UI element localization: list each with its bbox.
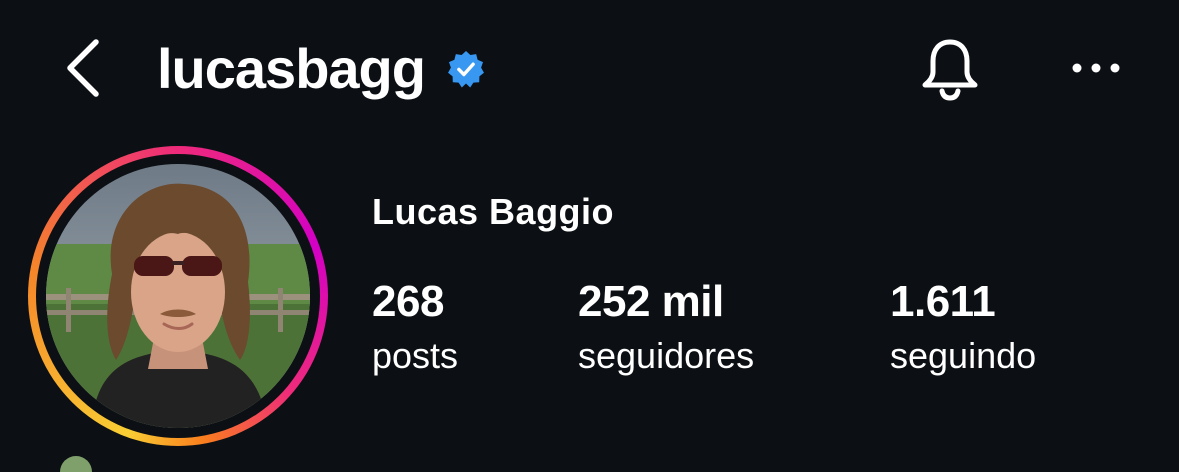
username-header: lucasbagg <box>157 34 485 104</box>
chevron-left-icon <box>67 39 99 97</box>
verified-badge-icon <box>447 50 485 88</box>
more-horizontal-icon <box>1072 63 1120 73</box>
following-count-label: seguindo <box>890 335 1037 377</box>
posts-count-label: posts <box>372 335 459 377</box>
bell-icon <box>922 39 978 101</box>
more-options-button[interactable] <box>1066 46 1126 90</box>
followers-count[interactable]: 252 mil seguidores <box>578 277 755 378</box>
top-navigation-bar: lucasbagg <box>0 0 1179 140</box>
following-count[interactable]: 1.611 seguindo <box>890 277 1037 378</box>
profile-display-name: Lucas Baggio <box>372 191 615 232</box>
posts-count-value: 268 <box>372 277 444 326</box>
followers-count-label: seguidores <box>578 335 755 377</box>
back-button[interactable] <box>60 36 108 100</box>
username: lucasbagg <box>157 37 426 100</box>
posts-count[interactable]: 268 posts <box>372 277 459 378</box>
story-ring[interactable] <box>28 146 328 446</box>
followers-count-value: 252 mil <box>578 277 724 326</box>
notifications-button[interactable] <box>915 34 985 104</box>
following-count-value: 1.611 <box>890 277 996 326</box>
highlight-thumbnail-peek <box>60 456 92 472</box>
profile-photo[interactable] <box>46 164 310 428</box>
